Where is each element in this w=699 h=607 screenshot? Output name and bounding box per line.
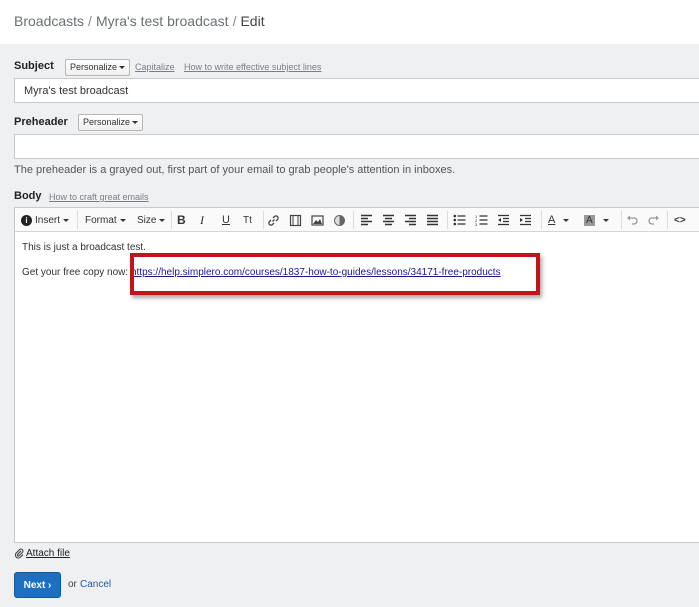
preheader-personalize-label: Personalize (83, 117, 131, 127)
insert-menu[interactable]: i Insert (21, 212, 70, 228)
next-button[interactable]: Next › (14, 572, 61, 598)
breadcrumb-broadcasts[interactable]: Broadcasts (14, 13, 84, 29)
or-text: or (68, 579, 77, 590)
cancel-link[interactable]: Cancel (80, 579, 111, 590)
breadcrumb-current: Edit (240, 13, 265, 29)
align-left-button[interactable] (360, 212, 373, 228)
contrast-button[interactable] (333, 212, 346, 228)
breadcrumb-broadcast-name[interactable]: Myra's test broadcast (96, 13, 229, 29)
toolbar-divider (621, 211, 622, 229)
subject-lines-help-link[interactable]: How to write effective subject lines (184, 62, 321, 72)
indent-icon (520, 214, 531, 226)
outdent-button[interactable] (497, 212, 510, 228)
redo-icon (648, 215, 659, 225)
indent-button[interactable] (519, 212, 532, 228)
justify-button[interactable] (426, 212, 439, 228)
attach-file-link[interactable]: Attach file (14, 548, 70, 559)
highlight-annotation-box (130, 253, 540, 295)
chevron-down-icon (563, 218, 570, 222)
body-line-1: This is just a broadcast test. (22, 242, 146, 253)
size-menu[interactable]: Size (137, 212, 166, 228)
preheader-personalize-button[interactable]: Personalize (78, 114, 144, 131)
italic-button[interactable]: I (200, 212, 204, 228)
image-button[interactable] (311, 212, 324, 228)
toolbar-divider (447, 211, 448, 229)
chevron-down-icon (119, 218, 126, 222)
align-center-icon (383, 214, 394, 226)
toolbar-divider (171, 211, 172, 229)
align-right-button[interactable] (404, 212, 417, 228)
craft-emails-help-link[interactable]: How to craft great emails (49, 192, 149, 202)
insert-label: Insert (35, 214, 61, 226)
underline-button[interactable]: U (222, 212, 230, 228)
toolbar-divider (263, 211, 264, 229)
attach-file-label: Attach file (26, 548, 70, 559)
undo-icon (627, 215, 638, 225)
background-color-button[interactable]: A (584, 212, 609, 228)
align-right-icon (405, 214, 416, 226)
format-menu[interactable]: Format (85, 212, 126, 228)
body-label: Body (14, 190, 42, 202)
svg-text:3: 3 (475, 222, 478, 226)
bold-button[interactable]: B (177, 212, 186, 228)
undo-button[interactable] (626, 212, 638, 228)
body-line-2-prefix: Get your free copy now: (22, 267, 129, 278)
subject-label: Subject (14, 60, 54, 72)
bullet-list-button[interactable] (453, 212, 466, 228)
font-size-button[interactable]: Tt (243, 212, 252, 228)
preheader-label: Preheader (14, 116, 68, 128)
preheader-input[interactable] (14, 134, 699, 159)
breadcrumb: Broadcasts / Myra's test broadcast / Edit (0, 0, 699, 44)
format-label: Format (85, 214, 117, 226)
contrast-icon (334, 214, 345, 226)
numbered-list-button[interactable]: 123 (475, 212, 488, 228)
editor-toolbar: i Insert Format Size B I U Tt 1 2 3 A A … (15, 208, 699, 232)
redo-button[interactable] (648, 212, 660, 228)
link-icon (268, 214, 279, 226)
chevron-down-icon (602, 218, 609, 222)
toolbar-divider (353, 211, 354, 229)
justify-icon (427, 214, 438, 226)
outdent-icon (498, 214, 509, 226)
source-code-button[interactable]: <> (674, 212, 686, 228)
size-label: Size (137, 214, 157, 226)
toolbar-divider (541, 211, 542, 229)
breadcrumb-separator: / (232, 13, 237, 29)
preheader-hint: The preheader is a grayed out, first par… (14, 164, 456, 176)
chevron-down-icon (132, 121, 139, 125)
image-icon (311, 214, 324, 226)
breadcrumb-separator: / (88, 13, 92, 29)
chevron-down-icon (119, 66, 126, 70)
subject-input[interactable]: Myra's test broadcast (14, 78, 699, 103)
numbered-list-icon: 123 (475, 214, 488, 226)
text-color-label: A (548, 214, 556, 226)
chevron-down-icon (159, 218, 166, 222)
link-button[interactable] (267, 212, 280, 228)
video-button[interactable] (289, 212, 302, 228)
align-left-icon (361, 214, 372, 226)
toolbar-divider (667, 211, 668, 229)
capitalize-link[interactable]: Capitalize (135, 62, 175, 72)
subject-personalize-button[interactable]: Personalize (65, 59, 131, 76)
subject-personalize-label: Personalize (70, 62, 118, 72)
info-icon: i (21, 214, 32, 226)
chevron-down-icon (63, 218, 70, 222)
align-center-button[interactable] (382, 212, 395, 228)
film-icon (289, 214, 302, 226)
background-color-label: A (584, 214, 595, 226)
paperclip-icon (14, 548, 24, 559)
bullet-list-icon (453, 214, 466, 226)
toolbar-divider (77, 211, 78, 229)
text-color-button[interactable]: A (548, 212, 570, 228)
